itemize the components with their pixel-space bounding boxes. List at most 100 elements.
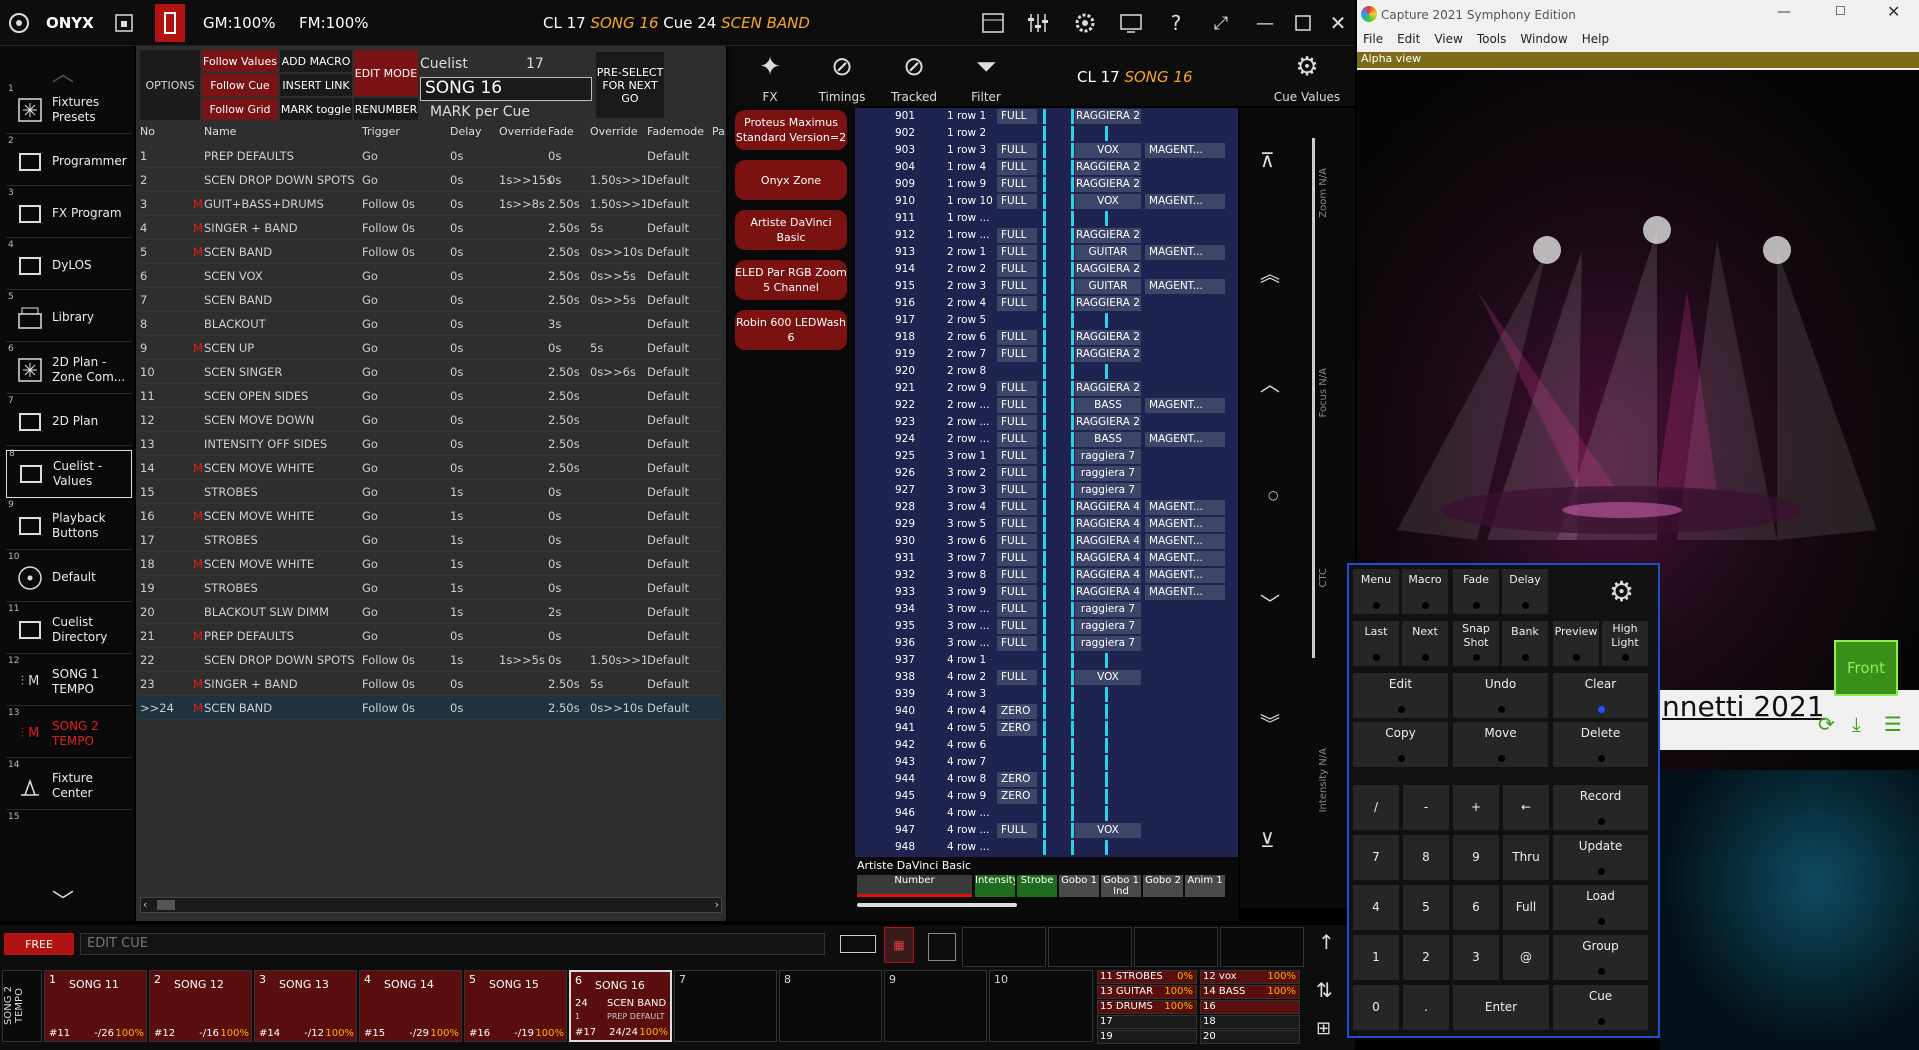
page-down-double-icon[interactable]: ︾	[1260, 708, 1280, 737]
filter-tool[interactable]: ⏷ Filter	[950, 52, 1022, 104]
cue-row[interactable]: 7 SCEN BAND Go 0s 2.50s 0s>>5s Default	[138, 288, 723, 312]
command-line-input[interactable]: EDIT CUE	[80, 933, 825, 955]
mark-toggle-button[interactable]: MARK toggle	[280, 98, 352, 120]
mixer-icon[interactable]	[1025, 10, 1051, 36]
key-0[interactable]: 0	[1353, 985, 1399, 1030]
key-next[interactable]: Next	[1402, 621, 1448, 666]
fixture-robin-600[interactable]: Robin 600 LEDWash 6	[735, 310, 847, 350]
master-button[interactable]	[155, 4, 185, 42]
playback-7[interactable]: 7	[674, 970, 777, 1042]
grid-intensity-cell[interactable]: FULL	[997, 109, 1037, 124]
key-group[interactable]: Group	[1553, 935, 1648, 980]
flash-master[interactable]: FM:100%	[299, 14, 369, 32]
bottom-slot-2[interactable]	[1048, 927, 1132, 967]
playback-10[interactable]: 10	[989, 970, 1093, 1042]
grid-intensity-cell[interactable]: ZERO	[997, 704, 1037, 719]
grid-gobo-cell[interactable]: RAGGIERA 2	[1075, 177, 1141, 192]
capture-menu-view[interactable]: View	[1434, 32, 1462, 50]
grid-row[interactable]: 942 4 row 6	[855, 737, 1238, 754]
grid-row[interactable]: 943 4 row 7	[855, 754, 1238, 771]
grid-gobo-cell[interactable]: VOX	[1075, 194, 1141, 209]
page-up-double-icon[interactable]: ︽	[1260, 258, 1280, 287]
grid-row[interactable]: 902 1 row 2	[855, 125, 1238, 142]
grid-row[interactable]: 921 2 row 9 FULL RAGGIERA 2	[855, 380, 1238, 397]
scroll-right-icon[interactable]: ›	[715, 898, 719, 911]
playback-2[interactable]: 2 SONG 12 #12 -/16 100%	[149, 970, 252, 1042]
grid-color-cell[interactable]: MAGENT...	[1145, 279, 1225, 294]
cue-row[interactable]: 19 STROBES Go 1s 0s Default	[138, 576, 723, 600]
grid-row[interactable]: 932 3 row 8 FULL RAGGIERA 4 MAGENT...	[855, 567, 1238, 584]
playback-9[interactable]: 9	[884, 970, 987, 1042]
grid-row[interactable]: 939 4 row 3	[855, 686, 1238, 703]
key-bank[interactable]: Bank	[1502, 621, 1548, 666]
tab-number[interactable]: Number	[857, 875, 972, 897]
grid-gobo-cell[interactable]: GUITAR	[1075, 245, 1141, 260]
renumber-button[interactable]: RENUMBER	[354, 98, 418, 120]
close-icon[interactable]: ✕	[1325, 10, 1351, 36]
sidebar-item-2d-plan-zone[interactable]: 6 2D Plan - Zone Com...	[6, 344, 132, 394]
key-edit[interactable]: Edit	[1353, 673, 1448, 718]
grid-intensity-cell[interactable]: FULL	[997, 177, 1037, 192]
submaster[interactable]: 20	[1200, 1030, 1300, 1044]
grid-intensity-cell[interactable]: FULL	[997, 330, 1037, 345]
insert-link-button[interactable]: INSERT LINK	[280, 74, 352, 96]
fx-tool[interactable]: ✦ FX	[734, 52, 806, 104]
maximize-icon[interactable]	[1290, 10, 1316, 36]
follow-grid-button[interactable]: Follow Grid	[202, 98, 278, 120]
cue-row[interactable]: 22 SCEN DROP DOWN SPOTS Follow 0s 1s 1s>>5s 0…	[138, 648, 723, 672]
key-1[interactable]: 1	[1353, 935, 1399, 980]
grid-intensity-cell[interactable]: FULL	[997, 194, 1037, 209]
key-fade[interactable]: Fade	[1453, 569, 1499, 614]
cuelist-name-input[interactable]: SONG 16	[420, 77, 592, 101]
key-8[interactable]: 8	[1403, 835, 1449, 880]
capture-menu-tools[interactable]: Tools	[1477, 32, 1507, 50]
cue-row[interactable]: 9 M SCEN UP Go 0s 0s 5s Default	[138, 336, 723, 360]
grid-color-cell[interactable]: MAGENT...	[1145, 245, 1225, 260]
up-arrow-icon[interactable]: ↑	[1318, 930, 1335, 954]
grid-intensity-cell[interactable]: FULL	[997, 670, 1037, 685]
cue-row[interactable]: 23 M SINGER + BAND Follow 0s 0s 2.50s 5s Defaul…	[138, 672, 723, 696]
grid-intensity-cell[interactable]: FULL	[997, 279, 1037, 294]
submaster[interactable]: 19	[1097, 1030, 1197, 1044]
grid-intensity-cell[interactable]: FULL	[997, 517, 1037, 532]
cue-row[interactable]: 15 STROBES Go 1s 0s Default	[138, 480, 723, 504]
grid-intensity-cell[interactable]: FULL	[997, 823, 1037, 838]
grid-gobo-cell[interactable]: GUITAR	[1075, 279, 1141, 294]
grid-gobo-cell[interactable]: raggiera 7	[1075, 483, 1141, 498]
cuelist-hscrollbar[interactable]: ‹ ›	[140, 897, 722, 913]
grid-gobo-cell[interactable]: RAGGIERA 2	[1075, 415, 1141, 430]
minimize-icon[interactable]: —	[1252, 10, 1278, 36]
swap-icon[interactable]: ⇅	[1316, 978, 1333, 1002]
grid-gobo-cell[interactable]: RAGGIERA 4	[1075, 534, 1141, 549]
grid-row[interactable]: 926 3 row 2 FULL raggiera 7	[855, 465, 1238, 482]
grid-row[interactable]: 935 3 row ... FULL raggiera 7	[855, 618, 1238, 635]
sidebar-item-playback-buttons[interactable]: 9 Playback Buttons	[6, 500, 132, 550]
grid-intensity-cell[interactable]: FULL	[997, 432, 1037, 447]
grid-intensity-cell[interactable]: FULL	[997, 568, 1037, 583]
scroll-left-icon[interactable]: ‹	[143, 898, 147, 911]
key-thru[interactable]: Thru	[1503, 835, 1549, 880]
key-record[interactable]: Record	[1553, 785, 1648, 830]
grid-gobo-cell[interactable]: raggiera 7	[1075, 636, 1141, 651]
grid-row[interactable]: 923 2 row ... FULL RAGGIERA 2	[855, 414, 1238, 431]
edit-mode-button[interactable]: EDIT MODE	[354, 50, 418, 96]
grid-gobo-cell[interactable]: RAGGIERA 2	[1075, 296, 1141, 311]
grid-row[interactable]: 945 4 row 9 ZERO	[855, 788, 1238, 805]
key-slash[interactable]: /	[1353, 785, 1399, 830]
cue-values-tool[interactable]: ⚙ Cue Values	[1262, 52, 1352, 104]
key-load[interactable]: Load	[1553, 885, 1648, 930]
page-top-icon[interactable]: ⊼	[1260, 148, 1275, 172]
grid-row[interactable]: 910 1 row 10 FULL VOX MAGENT...	[855, 193, 1238, 210]
grid-color-cell[interactable]: MAGENT...	[1145, 500, 1225, 515]
grid-row[interactable]: 912 1 row ... FULL RAGGIERA 2	[855, 227, 1238, 244]
submaster[interactable]: 16	[1200, 1000, 1300, 1014]
cue-row[interactable]: 14 M SCEN MOVE WHITE Go 0s 2.50s Default	[138, 456, 723, 480]
sidebar-item-fx-program[interactable]: 3 FX Program	[6, 188, 132, 238]
grid-gobo-cell[interactable]: RAGGIERA 4	[1075, 551, 1141, 566]
options-button[interactable]: OPTIONS	[140, 50, 200, 120]
grid-row[interactable]: 915 2 row 3 FULL GUITAR MAGENT...	[855, 278, 1238, 295]
free-button[interactable]: FREE	[4, 933, 74, 955]
tab-strobe[interactable]: Strobe	[1017, 875, 1057, 897]
grid-gobo-cell[interactable]: RAGGIERA 2	[1075, 109, 1141, 124]
sidebar-item-library[interactable]: 5 Library	[6, 292, 132, 342]
